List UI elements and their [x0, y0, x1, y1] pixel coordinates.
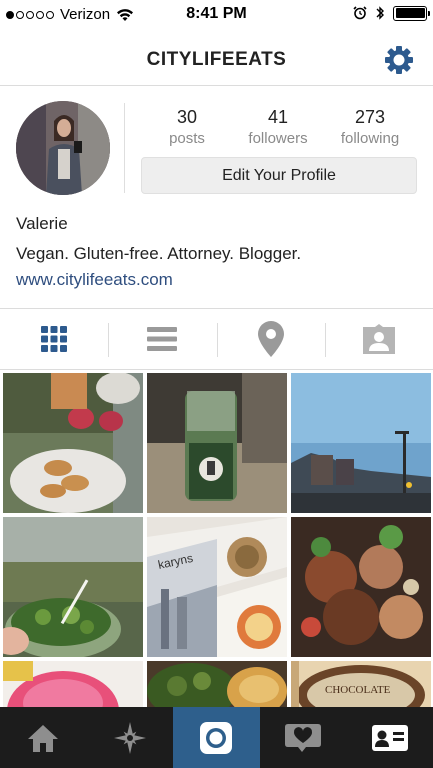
profile-bio: Vegan. Gluten-free. Attorney. Blogger. — [16, 244, 302, 263]
list-icon — [147, 327, 178, 351]
following-label: following — [340, 130, 400, 147]
stat-following[interactable]: 273 following — [330, 107, 410, 147]
svg-text:CHOCOLATE: CHOCOLATE — [325, 684, 391, 696]
following-count: 273 — [354, 107, 386, 127]
photo-tile[interactable] — [3, 517, 143, 657]
profile-website-link[interactable]: www.citylifeeats.com — [16, 270, 173, 290]
status-right — [353, 5, 430, 21]
stat-posts[interactable]: 30 posts — [147, 107, 227, 147]
explore-star-icon — [113, 721, 146, 754]
tab-list[interactable] — [108, 309, 216, 369]
photo-greens-plate — [147, 661, 287, 707]
nav-home[interactable] — [0, 707, 87, 768]
avatar[interactable] — [16, 101, 110, 195]
photo-pancakes — [3, 373, 143, 513]
photo-city-street — [291, 373, 431, 513]
photo-pink-cake — [3, 661, 143, 707]
tab-map[interactable] — [216, 309, 325, 369]
nav-camera[interactable] — [173, 707, 260, 768]
nav-explore[interactable] — [87, 707, 174, 768]
photo-salad-closeup — [291, 517, 431, 657]
profile-card-icon — [371, 724, 408, 751]
photo-grid: karyns CHOCOLATE — [0, 371, 433, 707]
profile-section: 30 posts 41 followers 273 following Edit… — [0, 87, 433, 307]
battery-icon — [393, 5, 430, 21]
photo-tile[interactable]: karyns — [147, 517, 287, 657]
followers-label: followers — [248, 130, 308, 147]
camera-icon — [200, 721, 233, 754]
posts-count: 30 — [176, 107, 198, 127]
photo-tile[interactable] — [3, 373, 143, 513]
stat-followers[interactable]: 41 followers — [238, 107, 318, 147]
nav-activity[interactable] — [260, 707, 347, 768]
tab-tagged[interactable] — [324, 309, 433, 369]
bluetooth-icon — [376, 6, 384, 20]
posts-label: posts — [169, 130, 205, 147]
alarm-clock-icon — [353, 6, 367, 20]
avatar-photo — [16, 101, 110, 195]
photo-kale-salad-park — [3, 517, 143, 657]
status-bar: Verizon 8:41 PM — [0, 0, 433, 40]
photo-tile[interactable] — [291, 517, 431, 657]
grid-icon — [41, 326, 68, 352]
page-title: CITYLIFEEATS — [146, 49, 287, 70]
activity-heart-icon — [285, 723, 322, 752]
photo-tile[interactable] — [3, 661, 143, 707]
followers-count: 41 — [267, 107, 289, 127]
tab-grid[interactable] — [0, 309, 108, 369]
photo-karyns-collage: karyns — [147, 517, 287, 657]
profile-divider — [124, 103, 125, 193]
profile-header: CITYLIFEEATS — [0, 40, 433, 86]
photo-tile[interactable]: CHOCOLATE — [291, 661, 431, 707]
gear-icon[interactable] — [381, 42, 417, 78]
photo-tile[interactable] — [147, 661, 287, 707]
tagged-photos-icon — [362, 324, 395, 354]
photo-green-juice — [147, 373, 287, 513]
profile-name: Valerie — [16, 214, 68, 233]
map-pin-icon — [257, 321, 284, 357]
bottom-nav — [0, 707, 433, 768]
nav-profile[interactable] — [346, 707, 433, 768]
view-tabs — [0, 308, 433, 370]
edit-profile-button[interactable]: Edit Your Profile — [141, 157, 417, 194]
home-icon — [28, 724, 59, 752]
photo-tile[interactable] — [147, 373, 287, 513]
photo-tile[interactable] — [291, 373, 431, 513]
photo-chocolate-package: CHOCOLATE — [291, 661, 431, 707]
